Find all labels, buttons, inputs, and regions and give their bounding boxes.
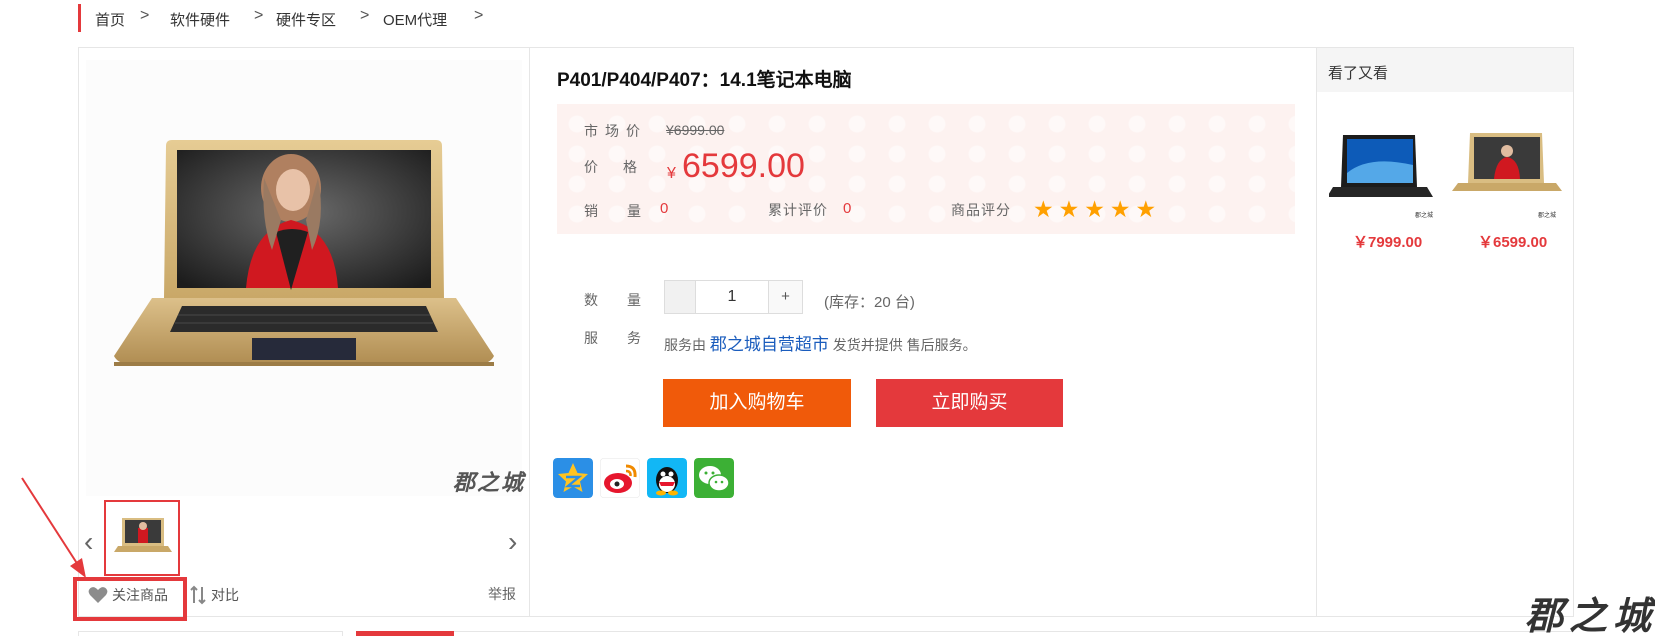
breadcrumb-separator: > <box>360 7 370 24</box>
service-suffix: 发货并提供 售后服务。 <box>832 337 977 353</box>
sales-value: 0 <box>660 200 669 217</box>
quantity-decrease-button[interactable] <box>664 280 696 314</box>
recommend-item-price: ￥6599.00 <box>1478 234 1548 251</box>
quantity-input[interactable] <box>696 280 768 314</box>
sidebar-title: 看了又看 <box>1328 65 1389 82</box>
quantity-label: 数量 <box>584 292 670 308</box>
bottom-left-panel <box>78 631 343 636</box>
service-info: 服务由 郡之城自营超市 发货并提供 售后服务。 <box>664 330 977 355</box>
svg-text:郡之城: 郡之城 <box>1538 211 1556 219</box>
bottom-divider <box>454 631 1574 632</box>
breadcrumb: 首页 > 软件硬件 > 硬件专区 > OEM代理 > <box>78 4 498 32</box>
recommend-item-price: ￥7999.00 <box>1353 234 1423 251</box>
weibo-icon[interactable] <box>600 458 640 498</box>
compare-label: 对比 <box>211 587 239 603</box>
annotation-highlight-box <box>73 577 187 621</box>
breadcrumb-separator: > <box>254 7 264 24</box>
reviews-label: 累计评价 <box>768 202 828 218</box>
store-link[interactable]: 郡之城自营超市 <box>710 335 829 354</box>
star-icon: ★ <box>1058 196 1080 222</box>
breadcrumb-separator: > <box>474 7 484 24</box>
buy-now-button[interactable]: 立即购买 <box>876 379 1063 427</box>
qzone-icon[interactable] <box>553 458 593 498</box>
product-main-image <box>86 60 522 496</box>
rating-label: 商品评分 <box>951 202 1011 218</box>
service-prefix: 服务由 <box>664 337 706 353</box>
laptop-thumbnail-image <box>114 518 172 552</box>
price-currency: ¥ <box>667 165 676 182</box>
quantity-increase-button[interactable]: + <box>768 280 803 314</box>
breadcrumb-hardware-zone[interactable]: 硬件专区 <box>276 9 336 30</box>
recommend-item-image[interactable]: 郡之城 <box>1452 125 1562 225</box>
compare-button[interactable]: 对比 <box>190 585 239 605</box>
thumbnail-prev-arrow-icon[interactable]: ‹ <box>84 528 93 556</box>
service-label: 服务 <box>584 330 670 346</box>
market-price-value: ¥6999.00 <box>666 122 725 138</box>
rating-stars: ★ ★ ★ ★ ★ <box>1033 198 1156 221</box>
stock-info: (库存：20 台) <box>824 294 915 311</box>
svg-text:郡之城: 郡之城 <box>1415 211 1433 219</box>
wechat-icon[interactable] <box>694 458 734 498</box>
breadcrumb-software-hardware[interactable]: 软件硬件 <box>170 9 230 30</box>
star-icon: ★ <box>1084 196 1105 222</box>
breadcrumb-oem-agent[interactable]: OEM代理 <box>383 9 447 30</box>
thumbnail-next-arrow-icon[interactable]: › <box>508 528 517 556</box>
recommend-item-image[interactable]: 郡之城 <box>1329 125 1439 225</box>
page-watermark: 郡之城 <box>1525 593 1655 638</box>
breadcrumb-accent-bar <box>78 4 81 32</box>
qq-icon[interactable] <box>647 458 687 498</box>
bottom-active-tab[interactable] <box>356 631 454 636</box>
star-icon: ★ <box>1109 196 1131 222</box>
breadcrumb-home[interactable]: 首页 <box>95 9 125 30</box>
compare-arrows-icon <box>190 585 206 605</box>
price-label: 价格 <box>584 159 662 175</box>
add-to-cart-button[interactable]: 加入购物车 <box>663 379 851 427</box>
sales-label: 销量 <box>584 203 670 219</box>
report-link[interactable]: 举报 <box>488 584 516 604</box>
product-title: P401/P404/P407：14.1笔记本电脑 <box>557 70 852 91</box>
price-value: 6599.00 <box>682 147 805 185</box>
breadcrumb-separator: > <box>140 7 150 24</box>
star-icon: ★ <box>1033 196 1054 222</box>
reviews-value[interactable]: 0 <box>843 200 851 217</box>
image-watermark: 郡之城 <box>453 470 526 496</box>
market-price-label: 市场价 <box>584 123 647 139</box>
thumbnail-item[interactable] <box>104 500 180 576</box>
star-icon: ★ <box>1135 196 1157 222</box>
